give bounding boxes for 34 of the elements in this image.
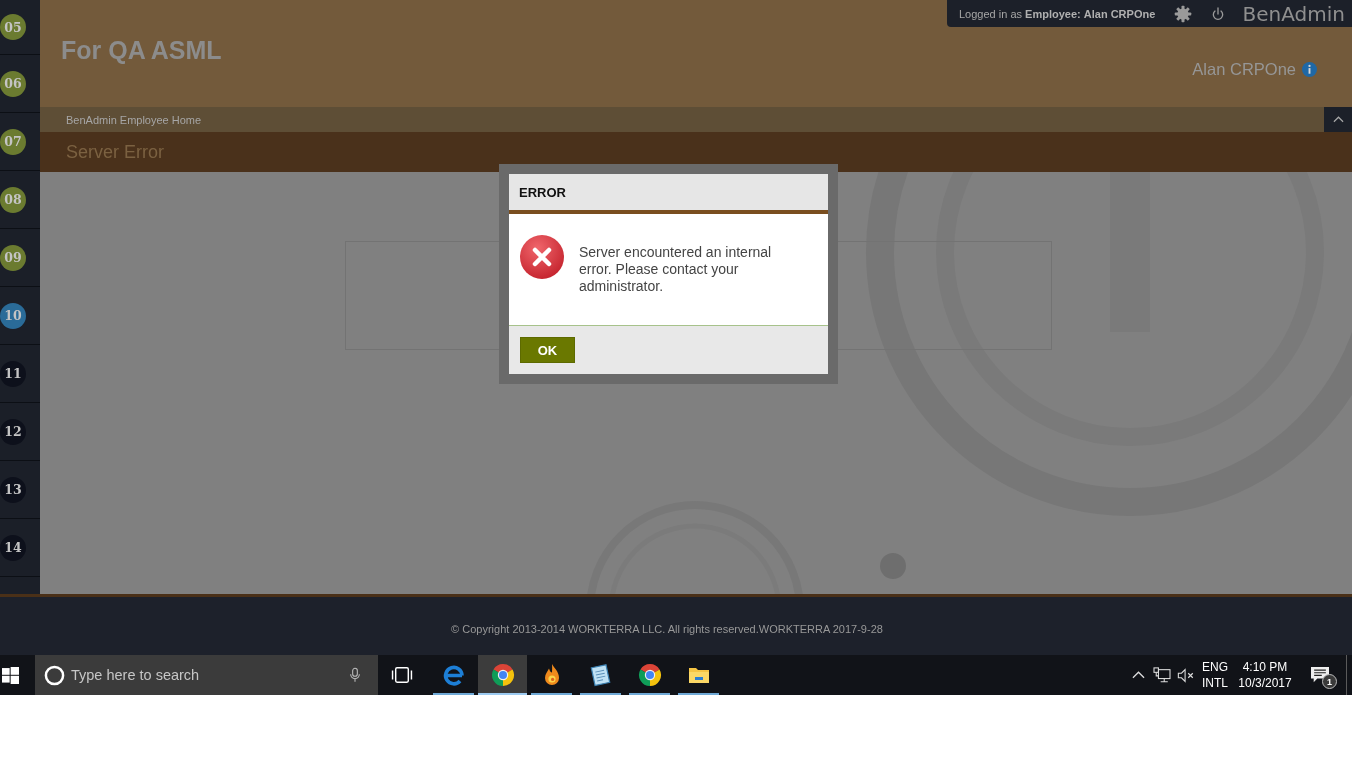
caret-up-icon — [1332, 116, 1344, 123]
step-number[interactable]: 14 — [0, 534, 26, 561]
ok-button[interactable]: OK — [520, 337, 575, 363]
caret-up-icon[interactable] — [1131, 671, 1145, 679]
task-view-icon — [391, 666, 413, 684]
taskbar-app-button[interactable] — [478, 655, 527, 695]
collapse-button[interactable] — [1324, 107, 1352, 132]
login-status: Logged in as Employee: Alan CRPOne — [959, 7, 1156, 20]
step-number[interactable]: 12 — [0, 418, 26, 445]
microphone-icon[interactable] — [347, 666, 363, 684]
copyright-text: © Copyright 2013-2014 WORKTERRA LLC. All rights reserved.WORKTERRA 2017-9-28 — [451, 623, 883, 635]
notification-count: 1 — [1322, 674, 1337, 689]
speaker-muted-icon[interactable] — [1177, 667, 1195, 683]
network-icon[interactable] — [1153, 667, 1171, 683]
error-icon — [520, 235, 564, 279]
info-icon[interactable] — [1302, 62, 1317, 77]
keyboard-layout[interactable]: INTL — [1202, 675, 1228, 691]
search-field[interactable]: Type here to search — [71, 667, 341, 683]
site-title: For QA ASML — [61, 35, 222, 65]
step-number[interactable]: 11 — [0, 360, 26, 387]
four-squares-icon — [2, 666, 19, 684]
circle-icon — [44, 664, 65, 686]
user-name: Alan CRPOne — [1192, 60, 1296, 79]
ring-logo-icon — [637, 663, 662, 687]
error-message: Server encountered an internal error. Please contact your administrator. — [579, 244, 773, 295]
ring-logo-icon — [490, 663, 515, 687]
e-logo-icon — [441, 663, 466, 687]
clock-date[interactable]: 10/3/2017 — [1238, 675, 1292, 691]
dialog-title: ERROR — [519, 184, 566, 200]
search-box[interactable]: Type here to search — [35, 655, 378, 695]
brand-name: BenAdmin — [1242, 1, 1345, 26]
input-language[interactable]: ENG — [1202, 659, 1228, 675]
step-number[interactable]: 13 — [0, 476, 26, 503]
clock-time[interactable]: 4:10 PM — [1242, 659, 1288, 675]
